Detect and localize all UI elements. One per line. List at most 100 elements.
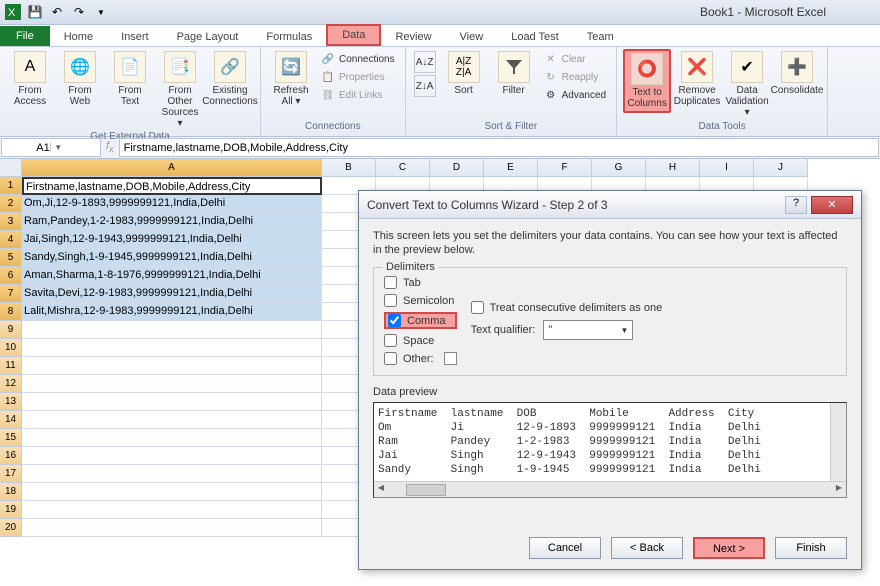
cell-A17[interactable] bbox=[22, 465, 322, 483]
col-header-J[interactable]: J bbox=[754, 159, 808, 177]
row-header-9[interactable]: 9 bbox=[0, 321, 22, 339]
col-header-D[interactable]: D bbox=[430, 159, 484, 177]
cell-A8[interactable]: Lalit,Mishra,12-9-1983,9999999121,India,… bbox=[22, 303, 322, 321]
delimiter-space-checkbox[interactable]: Space bbox=[384, 334, 457, 347]
cell-A13[interactable] bbox=[22, 393, 322, 411]
dialog-help-button[interactable]: ? bbox=[785, 196, 807, 214]
sort-az-button[interactable]: A↓Z bbox=[414, 51, 436, 73]
cell-A10[interactable] bbox=[22, 339, 322, 357]
delimiter-tab-checkbox[interactable]: Tab bbox=[384, 276, 457, 289]
finish-button[interactable]: Finish bbox=[775, 537, 847, 559]
redo-icon[interactable]: ↷ bbox=[70, 3, 88, 21]
data-validation-button[interactable]: ✔Data Validation ▾ bbox=[723, 49, 771, 120]
qat-dropdown-icon[interactable]: ▼ bbox=[92, 3, 110, 21]
row-header-7[interactable]: 7 bbox=[0, 285, 22, 303]
properties-button[interactable]: 📋Properties bbox=[319, 69, 397, 85]
preview-scrollbar-h[interactable]: ◀▶ bbox=[374, 481, 846, 497]
cell-A9[interactable] bbox=[22, 321, 322, 339]
select-all-corner[interactable] bbox=[0, 159, 22, 177]
existing-connections-button[interactable]: 🔗Existing Connections bbox=[206, 49, 254, 109]
clear-button[interactable]: ✕Clear bbox=[542, 51, 608, 67]
row-header-20[interactable]: 20 bbox=[0, 519, 22, 537]
row-header-15[interactable]: 15 bbox=[0, 429, 22, 447]
row-header-1[interactable]: 1 bbox=[0, 177, 22, 195]
fx-icon[interactable]: fx bbox=[106, 140, 114, 154]
refresh-all-button[interactable]: 🔄Refresh All ▾ bbox=[267, 49, 315, 109]
preview-scrollbar-v[interactable] bbox=[830, 403, 846, 481]
col-header-G[interactable]: G bbox=[592, 159, 646, 177]
tab-load-test[interactable]: Load Test bbox=[497, 28, 573, 46]
cell-A3[interactable]: Ram,Pandey,1-2-1983,9999999121,India,Del… bbox=[22, 213, 322, 231]
col-header-E[interactable]: E bbox=[484, 159, 538, 177]
row-header-3[interactable]: 3 bbox=[0, 213, 22, 231]
row-header-11[interactable]: 11 bbox=[0, 357, 22, 375]
text-qualifier-select[interactable]: "▼ bbox=[543, 320, 633, 340]
row-header-13[interactable]: 13 bbox=[0, 393, 22, 411]
edit-links-button[interactable]: ⛓Edit Links bbox=[319, 87, 397, 103]
delimiter-other-input[interactable] bbox=[444, 352, 457, 365]
row-header-4[interactable]: 4 bbox=[0, 231, 22, 249]
row-header-14[interactable]: 14 bbox=[0, 411, 22, 429]
row-header-16[interactable]: 16 bbox=[0, 447, 22, 465]
from-text-button[interactable]: 📄From Text bbox=[106, 49, 154, 109]
col-header-I[interactable]: I bbox=[700, 159, 754, 177]
row-header-12[interactable]: 12 bbox=[0, 375, 22, 393]
formula-bar[interactable]: Firstname,lastname,DOB,Mobile,Address,Ci… bbox=[119, 138, 879, 157]
col-header-H[interactable]: H bbox=[646, 159, 700, 177]
delimiter-other-checkbox[interactable]: Other: bbox=[384, 352, 457, 365]
cell-A7[interactable]: Savita,Devi,12-9-1983,9999999121,India,D… bbox=[22, 285, 322, 303]
cell-A6[interactable]: Aman,Sharma,1-8-1976,9999999121,India,De… bbox=[22, 267, 322, 285]
tab-data[interactable]: Data bbox=[326, 24, 381, 46]
cancel-button[interactable]: Cancel bbox=[529, 537, 601, 559]
treat-consecutive-checkbox[interactable]: Treat consecutive delimiters as one bbox=[471, 301, 836, 314]
consolidate-button[interactable]: ➕Consolidate bbox=[773, 49, 821, 98]
row-header-17[interactable]: 17 bbox=[0, 465, 22, 483]
tab-view[interactable]: View bbox=[446, 28, 498, 46]
cell-A5[interactable]: Sandy,Singh,1-9-1945,9999999121,India,De… bbox=[22, 249, 322, 267]
from-access-button[interactable]: AFrom Access bbox=[6, 49, 54, 109]
sort-button[interactable]: A|ZZ|ASort bbox=[440, 49, 488, 98]
from-web-button[interactable]: 🌐From Web bbox=[56, 49, 104, 109]
row-header-10[interactable]: 10 bbox=[0, 339, 22, 357]
tab-home[interactable]: Home bbox=[50, 28, 107, 46]
row-header-6[interactable]: 6 bbox=[0, 267, 22, 285]
col-header-C[interactable]: C bbox=[376, 159, 430, 177]
row-header-18[interactable]: 18 bbox=[0, 483, 22, 501]
reapply-button[interactable]: ↻Reapply bbox=[542, 69, 608, 85]
cell-A1[interactable]: Firstname,lastname,DOB,Mobile,Address,Ci… bbox=[22, 177, 322, 195]
dialog-close-button[interactable]: ✕ bbox=[811, 196, 853, 214]
remove-duplicates-button[interactable]: ❌Remove Duplicates bbox=[673, 49, 721, 109]
delimiter-comma-checkbox[interactable]: Comma bbox=[384, 312, 457, 329]
delimiter-semicolon-checkbox[interactable]: Semicolon bbox=[384, 294, 457, 307]
sort-za-button[interactable]: Z↓A bbox=[414, 75, 436, 97]
row-header-2[interactable]: 2 bbox=[0, 195, 22, 213]
tab-team[interactable]: Team bbox=[573, 28, 628, 46]
filter-button[interactable]: Filter bbox=[490, 49, 538, 98]
cell-A11[interactable] bbox=[22, 357, 322, 375]
tab-review[interactable]: Review bbox=[381, 28, 445, 46]
col-header-B[interactable]: B bbox=[322, 159, 376, 177]
connections-button[interactable]: 🔗Connections bbox=[319, 51, 397, 67]
next-button[interactable]: Next > bbox=[693, 537, 765, 559]
tab-file[interactable]: File bbox=[0, 26, 50, 46]
advanced-button[interactable]: ⚙Advanced bbox=[542, 87, 608, 103]
tab-page-layout[interactable]: Page Layout bbox=[163, 28, 253, 46]
text-to-columns-button[interactable]: ⭕Text to Columns bbox=[623, 49, 671, 113]
cell-A18[interactable] bbox=[22, 483, 322, 501]
name-box[interactable]: A1▼ bbox=[1, 138, 101, 157]
cell-A20[interactable] bbox=[22, 519, 322, 537]
cell-A4[interactable]: Jai,Singh,12-9-1943,9999999121,India,Del… bbox=[22, 231, 322, 249]
tab-insert[interactable]: Insert bbox=[107, 28, 163, 46]
cell-A19[interactable] bbox=[22, 501, 322, 519]
from-other-sources-button[interactable]: 📑From Other Sources ▾ bbox=[156, 49, 204, 131]
col-header-A[interactable]: A bbox=[22, 159, 322, 177]
tab-formulas[interactable]: Formulas bbox=[252, 28, 326, 46]
cell-A14[interactable] bbox=[22, 411, 322, 429]
undo-icon[interactable]: ↶ bbox=[48, 3, 66, 21]
col-header-F[interactable]: F bbox=[538, 159, 592, 177]
cell-A2[interactable]: Om,Ji,12-9-1893,9999999121,India,Delhi bbox=[22, 195, 322, 213]
namebox-dropdown-icon[interactable]: ▼ bbox=[50, 143, 66, 152]
cell-A16[interactable] bbox=[22, 447, 322, 465]
row-header-19[interactable]: 19 bbox=[0, 501, 22, 519]
save-icon[interactable]: 💾 bbox=[26, 3, 44, 21]
